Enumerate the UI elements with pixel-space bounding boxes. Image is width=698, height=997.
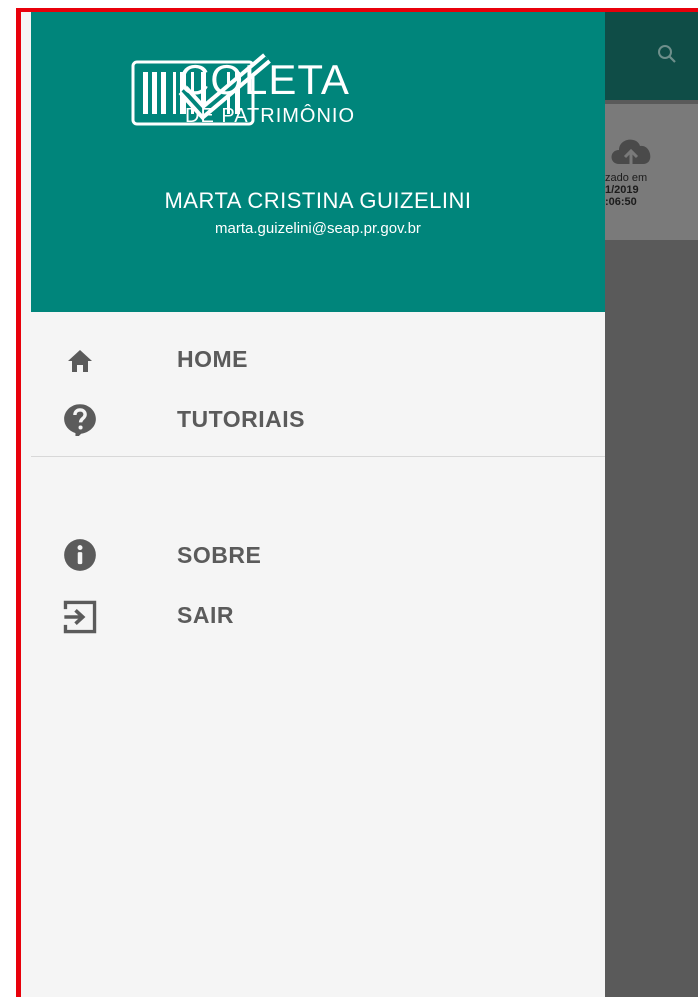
menu-label-tutoriais: TUTORIAIS <box>177 406 306 432</box>
user-name: MARTA CRISTINA GUIZELINI <box>164 188 472 213</box>
screen-frame: zado em 1/2019 :06:50 COLETA DE PATRIMÔN… <box>16 8 698 997</box>
drawer-header: COLETA DE PATRIMÔNIO MARTA CRISTINA GUIZ… <box>31 12 605 312</box>
drawer-edge <box>21 12 31 312</box>
menu-item-sobre[interactable]: SOBRE <box>31 528 605 584</box>
sync-label: zado em <box>605 172 648 184</box>
menu-item-home[interactable]: HOME <box>31 332 605 388</box>
menu-label-sair: SAIR <box>177 602 234 628</box>
menu-label-sobre: SOBRE <box>177 542 262 568</box>
logo-subtitle: DE PATRIMÔNIO <box>185 105 356 127</box>
help-icon <box>64 404 96 436</box>
logo-title: COLETA <box>179 56 350 103</box>
user-email: marta.guizelini@seap.pr.gov.br <box>215 220 421 237</box>
menu-divider <box>31 456 605 457</box>
search-icon[interactable] <box>655 42 679 66</box>
sync-date: 1/2019 <box>605 184 639 196</box>
sync-time: :06:50 <box>605 196 637 208</box>
navigation-drawer: COLETA DE PATRIMÔNIO MARTA CRISTINA GUIZ… <box>21 12 605 997</box>
menu-item-tutoriais[interactable]: TUTORIAIS <box>31 392 605 448</box>
menu-item-sair[interactable]: SAIR <box>31 588 605 644</box>
info-icon <box>64 539 96 571</box>
logout-icon <box>63 600 97 634</box>
menu-label-home: HOME <box>177 346 248 372</box>
home-icon <box>68 350 92 372</box>
cloud-upload-icon <box>611 139 651 164</box>
